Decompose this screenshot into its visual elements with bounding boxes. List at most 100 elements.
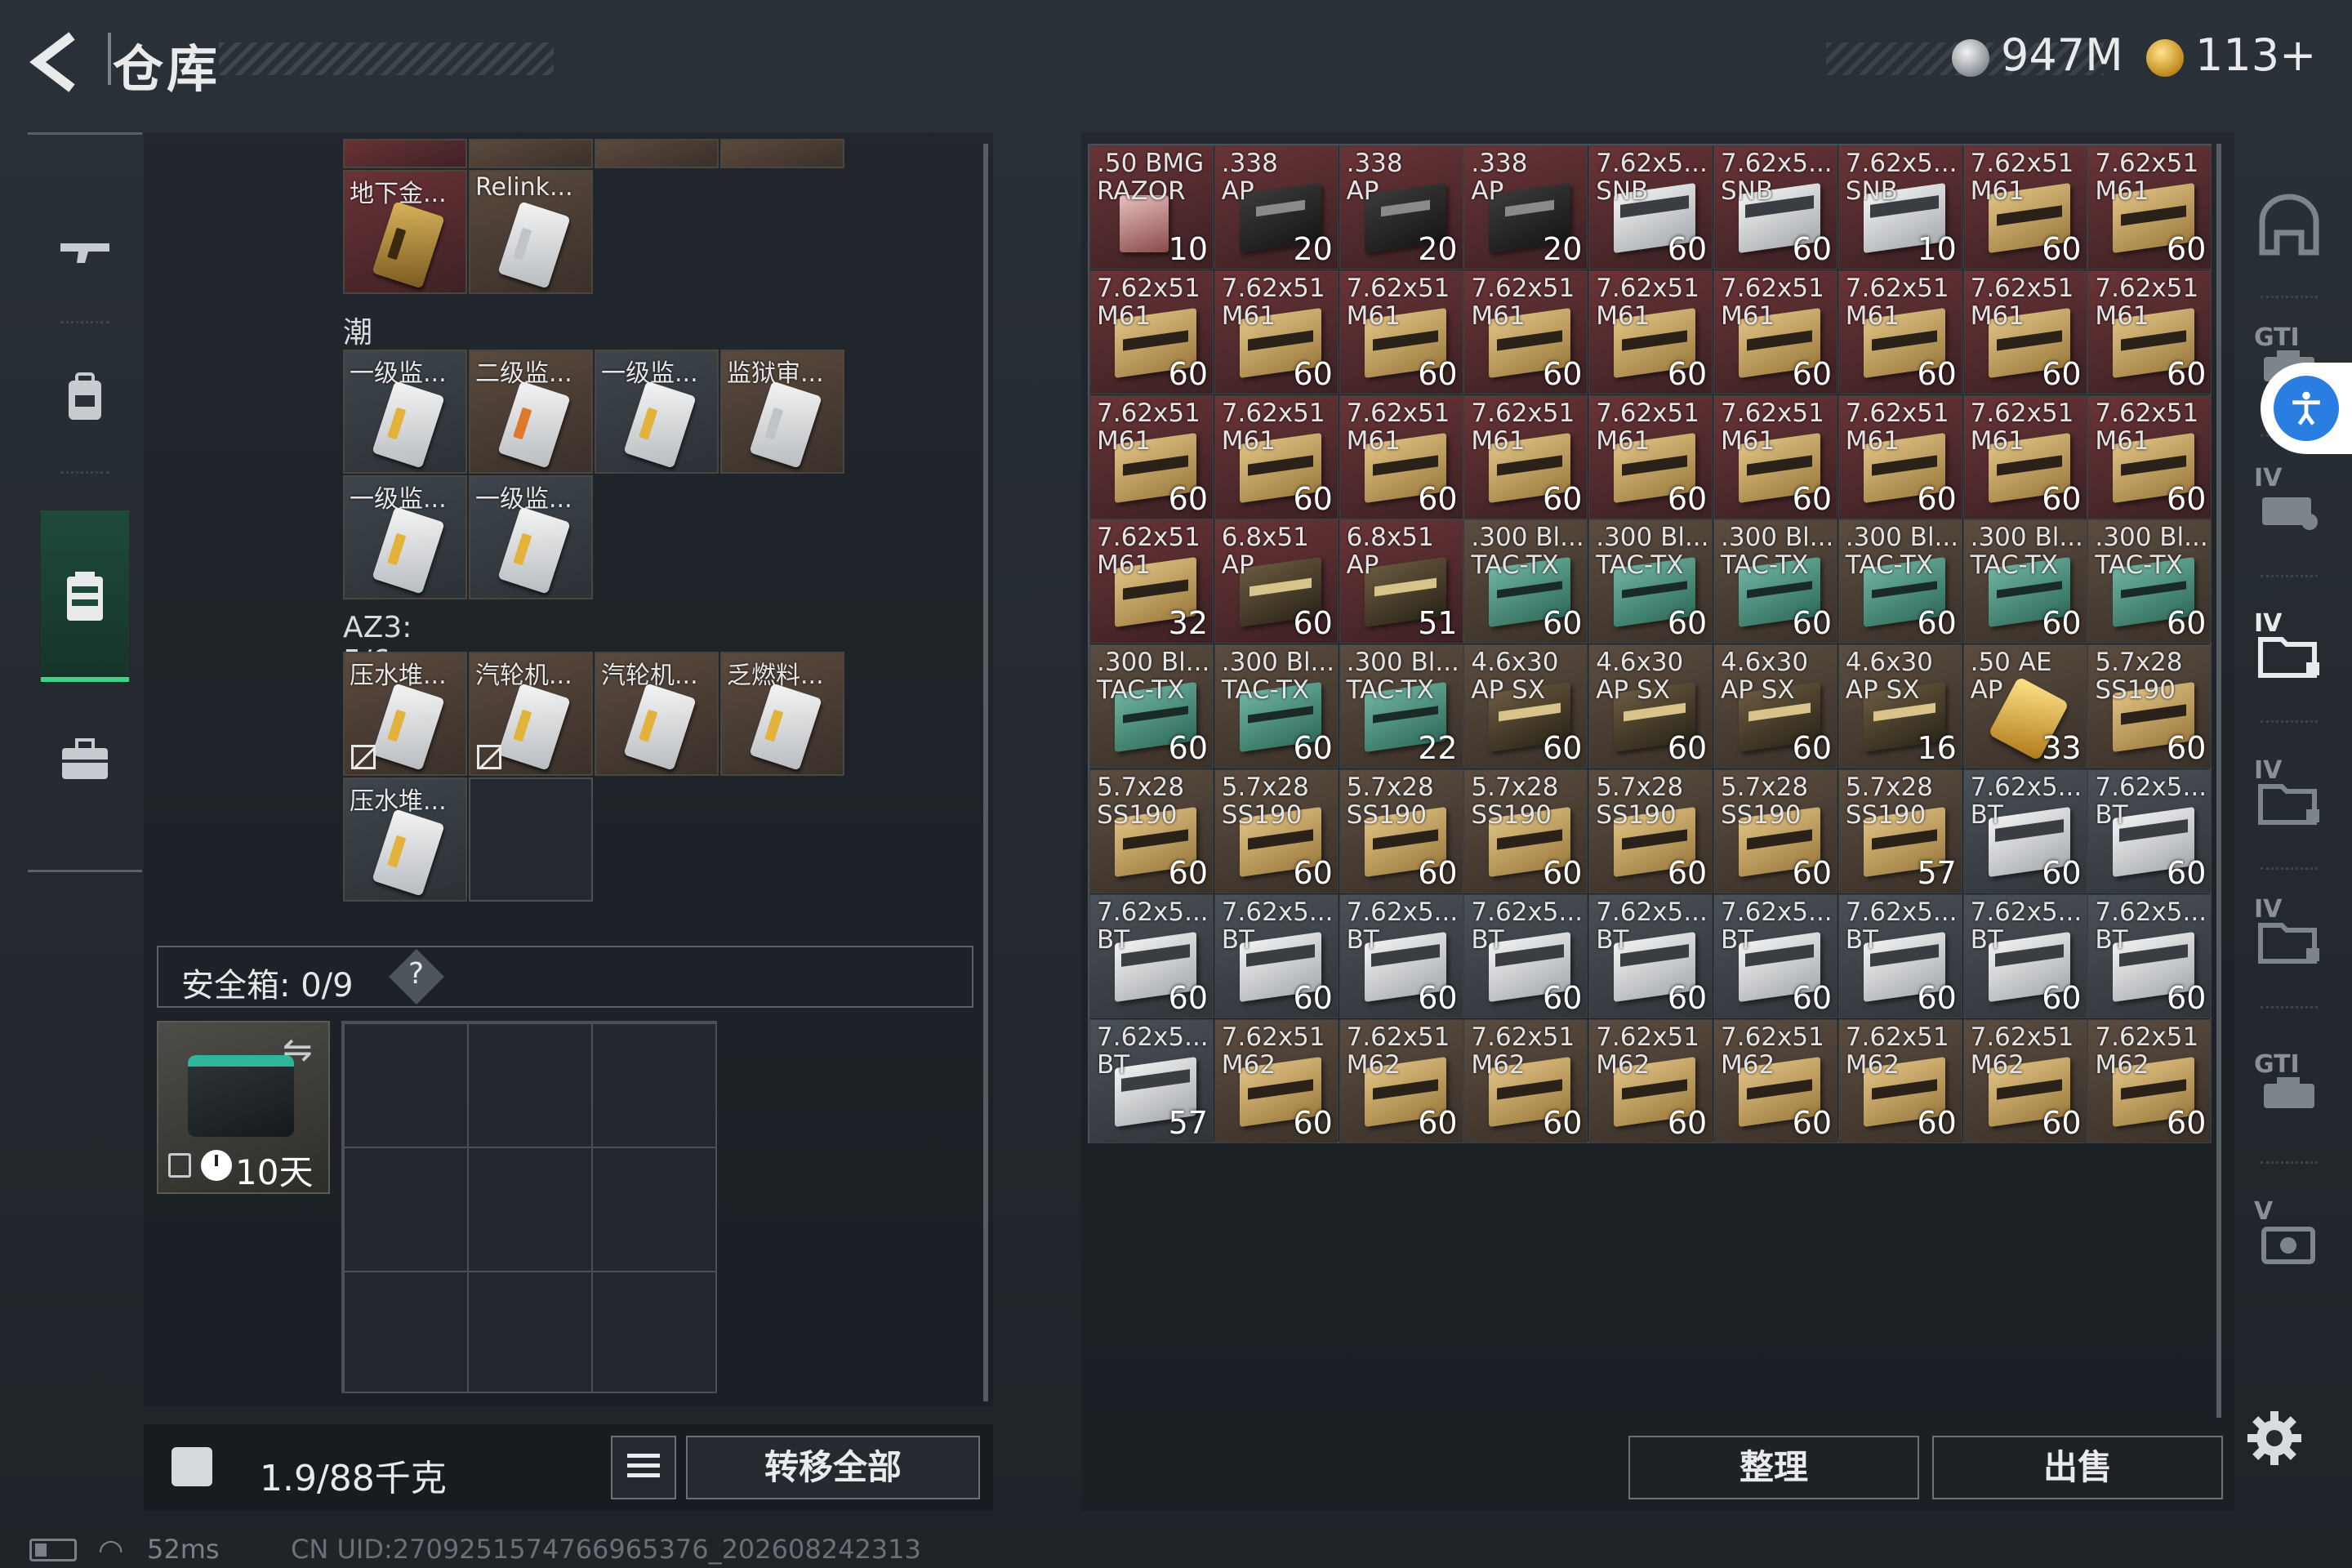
stash-item[interactable]: 7.62x5... BT 60 [1463, 893, 1588, 1018]
sell-button[interactable]: 出售 [1932, 1436, 2223, 1499]
category-case[interactable] [28, 706, 142, 813]
stash-item[interactable]: 7.62x51 M61 60 [1588, 394, 1713, 519]
stash-item[interactable]: 7.62x51 M61 60 [1214, 394, 1339, 519]
stash-item[interactable]: .300 Bl... TAC-TX 60 [1588, 519, 1713, 644]
container-item-partial[interactable] [595, 139, 719, 168]
stash-tab-8[interactable]: V [2238, 1186, 2341, 1292]
container-item[interactable]: 一级监... [469, 475, 593, 599]
container-item[interactable]: 二级监... [469, 350, 593, 474]
stash-item[interactable]: 5.7x28 SS190 60 [2087, 644, 2212, 769]
stash-item[interactable]: .300 Bl... TAC-TX 60 [1214, 644, 1339, 769]
container-item[interactable]: 汽轮机... [469, 652, 593, 776]
stash-item[interactable]: 6.8x51 AP 51 [1339, 519, 1463, 644]
stash-item[interactable]: 7.62x51 M61 60 [1838, 270, 1962, 394]
stash-item[interactable]: 7.62x51 M61 60 [1089, 394, 1214, 519]
stash-item[interactable]: 4.6x30 AP SX 60 [1713, 644, 1838, 769]
stash-tab-1[interactable] [2238, 173, 2341, 279]
stash-item[interactable]: 7.62x5... BT 60 [1713, 893, 1838, 1018]
category-gear[interactable] [28, 344, 142, 450]
stash-item[interactable]: .300 Bl... TAC-TX 60 [1463, 519, 1588, 644]
swap-icon[interactable]: ⇋ [283, 1029, 313, 1071]
stash-item[interactable]: 7.62x51 M61 60 [2087, 270, 2212, 394]
stash-item[interactable]: 7.62x51 M62 60 [1713, 1018, 1838, 1143]
stash-item[interactable]: 7.62x51 M61 60 [1713, 270, 1838, 394]
container-item[interactable]: 一级监... [595, 350, 719, 474]
stash-item[interactable]: 7.62x5... BT 60 [1962, 893, 2087, 1018]
stash-tab-5[interactable]: IV [2238, 745, 2341, 851]
stash-item[interactable]: .300 Bl... TAC-TX 60 [1838, 519, 1962, 644]
container-item[interactable]: 压水堆... [343, 652, 467, 776]
stash-item[interactable]: .338 AP 20 [1463, 145, 1588, 270]
stash-item[interactable]: 4.6x30 AP SX 60 [1463, 644, 1588, 769]
container-item[interactable]: 监狱审... [720, 350, 844, 474]
stash-item[interactable]: 7.62x5... BT 60 [1089, 893, 1214, 1018]
stash-item[interactable]: 5.7x28 SS190 60 [1588, 769, 1713, 893]
stash-item[interactable]: 7.62x51 M61 60 [2087, 145, 2212, 270]
stash-item[interactable]: 7.62x51 M62 60 [1214, 1018, 1339, 1143]
container-item-partial[interactable] [720, 139, 844, 168]
container-item-partial[interactable] [469, 139, 593, 168]
transfer-all-button[interactable]: 转移全部 [686, 1436, 980, 1499]
stash-item[interactable]: .300 Bl... TAC-TX 60 [1962, 519, 2087, 644]
container-item[interactable]: Relink... [469, 170, 593, 294]
stash-item[interactable]: 7.62x51 M61 60 [1962, 394, 2087, 519]
stash-item[interactable]: 5.7x28 SS190 60 [1089, 769, 1214, 893]
stash-item[interactable]: 7.62x51 M61 32 [1089, 519, 1214, 644]
stash-item[interactable]: 7.62x51 M61 60 [1962, 270, 2087, 394]
container-item[interactable]: 一级监... [343, 350, 467, 474]
stash-item[interactable]: 5.7x28 SS190 60 [1214, 769, 1339, 893]
stash-item[interactable]: 7.62x51 M61 60 [1588, 270, 1713, 394]
stash-item[interactable]: 5.7x28 SS190 60 [1339, 769, 1463, 893]
stash-item[interactable]: .300 Bl... TAC-TX 60 [2087, 519, 2212, 644]
stash-item[interactable]: 7.62x51 M61 60 [1214, 270, 1339, 394]
stash-item[interactable]: 7.62x51 M61 60 [1339, 394, 1463, 519]
container-item[interactable]: 压水堆... [343, 777, 467, 902]
category-items[interactable] [28, 512, 142, 684]
stash-item[interactable]: 7.62x5... BT 60 [1838, 893, 1962, 1018]
stash-item[interactable]: 7.62x5... BT 60 [2087, 769, 2212, 893]
stash-item[interactable]: 7.62x5... SNB 60 [1713, 145, 1838, 270]
container-item[interactable]: 汽轮机... [595, 652, 719, 776]
stash-item[interactable]: .338 AP 20 [1214, 145, 1339, 270]
safebox-grid[interactable] [341, 1021, 717, 1393]
stash-item[interactable]: 7.62x51 M61 60 [1713, 394, 1838, 519]
stash-item[interactable]: .50 BMG RAZOR 10 [1089, 145, 1214, 270]
stash-item[interactable]: .300 Bl... TAC-TX 22 [1339, 644, 1463, 769]
accessibility-button[interactable] [2261, 363, 2352, 454]
stash-tab-6[interactable]: IV [2238, 884, 2341, 990]
stash-item[interactable]: .300 Bl... TAC-TX 60 [1713, 519, 1838, 644]
stash-item[interactable]: .50 AE AP 33 [1962, 644, 2087, 769]
stash-item[interactable]: .300 Bl... TAC-TX 60 [1089, 644, 1214, 769]
stash-item[interactable]: 7.62x51 M62 60 [1588, 1018, 1713, 1143]
stash-item[interactable]: 7.62x51 M61 60 [2087, 394, 2212, 519]
stash-tab-7[interactable]: GTI [2238, 1039, 2341, 1145]
stash-item[interactable]: 7.62x51 M61 60 [1089, 270, 1214, 394]
stash-item[interactable]: 7.62x51 M62 60 [1463, 1018, 1588, 1143]
stash-item[interactable]: 7.62x5... BT 60 [1588, 893, 1713, 1018]
stash-item[interactable]: 7.62x51 M61 60 [1463, 394, 1588, 519]
stash-item[interactable]: 4.6x30 AP SX 60 [1588, 644, 1713, 769]
stash-item[interactable]: 7.62x51 M61 60 [1962, 145, 2087, 270]
stash-item[interactable]: 7.62x51 M62 60 [1838, 1018, 1962, 1143]
list-view-button[interactable] [611, 1436, 676, 1499]
stash-item[interactable]: 7.62x51 M61 60 [1838, 394, 1962, 519]
container-item[interactable]: 一级监... [343, 475, 467, 599]
container-scrollbar[interactable] [983, 144, 988, 1401]
stash-item[interactable]: 7.62x5... BT 60 [2087, 893, 2212, 1018]
container-item[interactable]: 地下金... [343, 170, 467, 294]
stash-scrollbar[interactable] [2216, 144, 2221, 1418]
stash-item[interactable]: 7.62x5... BT 60 [1962, 769, 2087, 893]
stash-item[interactable]: 5.7x28 SS190 57 [1838, 769, 1962, 893]
empty-slot[interactable] [469, 777, 593, 902]
stash-item[interactable]: .338 AP 20 [1339, 145, 1463, 270]
stash-tab-3[interactable]: IV [2238, 452, 2341, 559]
stash-item[interactable]: 6.8x51 AP 60 [1214, 519, 1339, 644]
money-value[interactable]: 947M [2001, 29, 2123, 81]
stash-tab-4[interactable]: IV [2238, 598, 2341, 704]
stash-item[interactable]: 5.7x28 SS190 60 [1713, 769, 1838, 893]
container-item-partial[interactable] [343, 139, 467, 168]
sort-button[interactable]: 整理 [1628, 1436, 1919, 1499]
stash-item[interactable]: 7.62x5... SNB 10 [1838, 145, 1962, 270]
back-button[interactable] [24, 29, 90, 95]
stash-item[interactable]: 7.62x51 M62 60 [1339, 1018, 1463, 1143]
